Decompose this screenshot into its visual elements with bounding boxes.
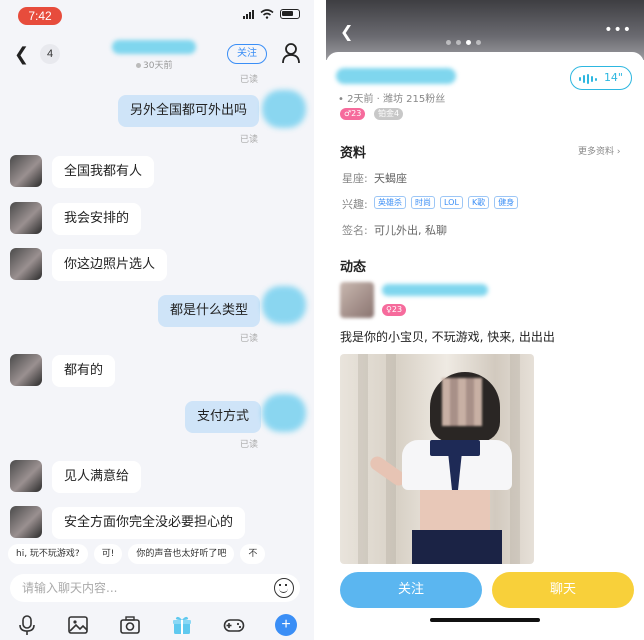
message-bubble-incoming[interactable]: 都有的 bbox=[52, 355, 116, 387]
contact-avatar[interactable] bbox=[10, 248, 42, 280]
chat-screen: 7:42 ❮ 4 30天前 关注 已读 另外全国都可外出吗 已读 全国我都有人 … bbox=[0, 0, 314, 640]
interest-tag: 时尚 bbox=[411, 196, 435, 209]
feed-name-redacted bbox=[382, 284, 488, 296]
chat-header: ❮ 4 30天前 关注 bbox=[0, 34, 314, 74]
quick-replies: hi, 玩不玩游戏? 可! 你的声音也太好听了吧 不 bbox=[0, 544, 314, 566]
status-time: 7:42 bbox=[18, 7, 62, 25]
status-bar: 7:42 bbox=[0, 0, 314, 30]
signal-icon bbox=[243, 9, 254, 19]
profile-name-redacted bbox=[336, 68, 456, 84]
message-bubble-incoming[interactable]: 安全方面你完全没必要担心的 bbox=[52, 507, 246, 539]
read-receipt: 已读 bbox=[240, 440, 259, 450]
message-bubble-incoming[interactable]: 我会安排的 bbox=[52, 203, 142, 235]
unread-count-badge: 4 bbox=[40, 44, 60, 64]
signature-value: 可儿外出, 私聊 bbox=[374, 224, 447, 237]
more-icon[interactable]: ••• bbox=[604, 22, 632, 38]
voice-intro-button[interactable]: 14" bbox=[570, 66, 632, 90]
read-receipt: 已读 bbox=[240, 334, 259, 344]
interest-tag: K歌 bbox=[467, 196, 490, 209]
my-avatar-redacted bbox=[262, 90, 306, 128]
status-dot-icon bbox=[136, 63, 141, 68]
battery-icon bbox=[280, 9, 300, 19]
contact-avatar[interactable] bbox=[10, 460, 42, 492]
feed-avatar-redacted[interactable] bbox=[340, 282, 374, 318]
feed-section-title: 动态 bbox=[340, 260, 367, 275]
message-bubble-outgoing[interactable]: 都是什么类型 bbox=[158, 295, 261, 327]
interest-tag: 健身 bbox=[494, 196, 519, 209]
interest-tag: LOL bbox=[440, 196, 463, 209]
message-bubble-incoming[interactable]: 见人满意给 bbox=[52, 461, 142, 493]
follow-button[interactable]: 关注 bbox=[340, 572, 482, 608]
last-seen-label: 30天前 bbox=[143, 61, 173, 71]
back-icon[interactable]: ❮ bbox=[340, 22, 353, 41]
level-badge: 铂金4 bbox=[374, 108, 404, 120]
profile-meta: • 2天前 · 潍坊 215粉丝 bbox=[338, 94, 446, 105]
gamepad-icon[interactable] bbox=[223, 614, 245, 636]
voice-duration: 14" bbox=[603, 71, 623, 84]
home-indicator bbox=[430, 618, 540, 622]
gift-icon[interactable] bbox=[171, 614, 193, 636]
read-receipt: 已读 bbox=[240, 135, 259, 145]
action-buttons: 关注 聊天 bbox=[326, 572, 644, 612]
chat-toolbar: + bbox=[0, 610, 314, 640]
constellation-label: 星座: bbox=[342, 172, 368, 185]
age-badge: ♂23 bbox=[340, 108, 366, 120]
camera-icon[interactable] bbox=[119, 614, 141, 636]
plus-icon[interactable]: + bbox=[275, 614, 297, 636]
info-section-title: 资料 bbox=[340, 146, 367, 161]
panel-divider bbox=[314, 0, 326, 640]
contact-avatar[interactable] bbox=[10, 155, 42, 187]
quick-reply-chip[interactable]: hi, 玩不玩游戏? bbox=[8, 544, 88, 564]
quick-reply-chip[interactable]: 不 bbox=[240, 544, 266, 564]
voice-wave-icon bbox=[579, 74, 597, 84]
wifi-icon bbox=[260, 9, 274, 19]
constellation-value: 天蝎座 bbox=[374, 172, 407, 185]
profile-card: 14" • 2天前 · 潍坊 215粉丝 ♂23 铂金4 资料 更多资料 › 星… bbox=[326, 52, 644, 640]
interests-label: 兴趣: bbox=[342, 198, 368, 211]
message-bubble-outgoing[interactable]: 另外全国都可外出吗 bbox=[118, 95, 260, 127]
my-avatar-redacted bbox=[262, 394, 306, 432]
back-icon[interactable]: ❮ bbox=[14, 44, 29, 65]
contact-avatar[interactable] bbox=[10, 506, 42, 538]
emoji-icon[interactable] bbox=[274, 578, 294, 598]
last-seen-text: 30天前 bbox=[136, 58, 172, 71]
feed-age-badge: ♀23 bbox=[382, 304, 407, 316]
more-info-link[interactable]: 更多资料 › bbox=[578, 144, 620, 157]
contact-name-redacted bbox=[112, 40, 196, 54]
chat-button[interactable]: 聊天 bbox=[492, 572, 634, 608]
my-avatar-redacted bbox=[262, 286, 306, 324]
follow-button[interactable]: 关注 bbox=[227, 44, 267, 64]
user-profile-icon[interactable] bbox=[281, 42, 301, 64]
carousel-dots bbox=[446, 40, 481, 45]
read-receipt: 已读 bbox=[240, 75, 259, 85]
post-text: 我是你的小宝贝, 不玩游戏, 快来, 出出出 bbox=[340, 330, 555, 344]
quick-reply-chip[interactable]: 可! bbox=[93, 544, 123, 564]
mic-icon[interactable] bbox=[16, 614, 38, 636]
quick-reply-chip[interactable]: 你的声音也太好听了吧 bbox=[128, 544, 235, 564]
message-input[interactable] bbox=[22, 578, 262, 598]
interest-tags: 英雄杀 时尚 LOL K歌 健身 bbox=[374, 196, 519, 209]
image-icon[interactable] bbox=[67, 614, 89, 636]
post-photo[interactable] bbox=[340, 354, 534, 564]
interest-tag: 英雄杀 bbox=[374, 196, 406, 209]
message-input-bar bbox=[10, 574, 300, 602]
message-bubble-outgoing[interactable]: 支付方式 bbox=[185, 401, 262, 433]
contact-avatar[interactable] bbox=[10, 354, 42, 386]
message-bubble-incoming[interactable]: 你这边照片选人 bbox=[52, 249, 168, 281]
signature-label: 签名: bbox=[342, 224, 368, 237]
cover-photo[interactable]: ❮ ••• bbox=[326, 0, 644, 60]
profile-screen: ❮ ••• 14" • 2天前 · 潍坊 215粉丝 ♂23 铂金4 资料 更多… bbox=[326, 0, 644, 640]
message-bubble-incoming[interactable]: 全国我都有人 bbox=[52, 156, 155, 188]
contact-avatar[interactable] bbox=[10, 202, 42, 234]
